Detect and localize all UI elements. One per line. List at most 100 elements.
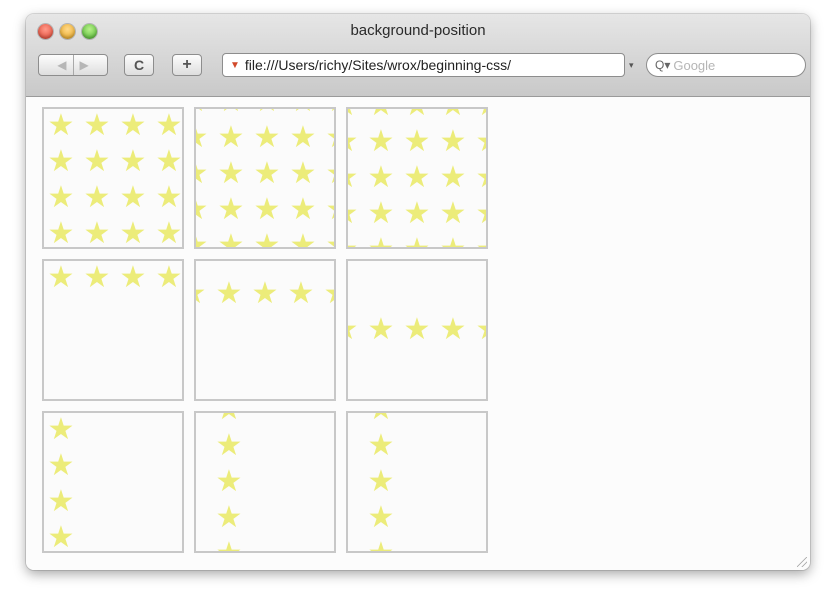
star-tile: ★ xyxy=(348,235,360,248)
star-tile: ★ xyxy=(196,195,210,225)
star-tile: ★ xyxy=(439,196,467,231)
star-tile: ★ xyxy=(348,127,360,157)
star-tile: ★ xyxy=(47,108,75,143)
star-tile: ★ xyxy=(322,279,334,309)
star-tile: ★ xyxy=(215,428,243,463)
star-tile: ★ xyxy=(119,144,147,179)
star-tile: ★ xyxy=(289,228,317,249)
star-tile: ★ xyxy=(155,216,183,249)
star-tile: ★ xyxy=(348,199,360,229)
search-placeholder: Google xyxy=(673,57,716,73)
star-tile: ★ xyxy=(252,109,282,117)
star-tile: ★ xyxy=(83,260,111,295)
star-tile: ★ xyxy=(367,428,395,463)
star-tile: ★ xyxy=(439,312,467,347)
box-6: ★★★★★ xyxy=(346,259,488,401)
star-tile: ★ xyxy=(402,109,432,121)
search-field[interactable]: Q▾ Google xyxy=(646,53,806,77)
star-tile: ★ xyxy=(438,109,468,121)
star-tile: ★ xyxy=(215,500,243,535)
star-tile: ★ xyxy=(366,413,396,425)
star-tile: ★ xyxy=(196,123,210,153)
star-tile: ★ xyxy=(366,109,396,121)
star-tile: ★ xyxy=(83,108,111,143)
add-bookmark-button[interactable]: + xyxy=(172,54,202,76)
search-icon[interactable]: Q▾ xyxy=(647,58,673,72)
star-tile: ★ xyxy=(47,484,75,519)
star-tile: ★ xyxy=(366,235,396,248)
box-3: ★★★★★★★★★★★★★★★★★★★★★★★★★ xyxy=(346,107,488,249)
star-tile: ★ xyxy=(47,448,75,483)
star-tile: ★ xyxy=(196,109,210,117)
star-tile: ★ xyxy=(119,260,147,295)
star-tile: ★ xyxy=(216,109,246,117)
reload-button[interactable]: C xyxy=(124,54,154,76)
star-tile: ★ xyxy=(367,124,395,159)
star-tile: ★ xyxy=(438,235,468,248)
star-tile: ★ xyxy=(253,192,281,227)
star-tile: ★ xyxy=(47,520,75,553)
star-tile: ★ xyxy=(324,231,334,248)
star-tile: ★ xyxy=(287,276,315,311)
star-tile: ★ xyxy=(474,315,486,345)
star-tile: ★ xyxy=(367,464,395,499)
address-bar[interactable]: ▼ file:///Users/richy/Sites/wrox/beginni… xyxy=(222,53,625,77)
star-tile: ★ xyxy=(196,159,210,189)
star-tile: ★ xyxy=(324,123,334,153)
star-tile: ★ xyxy=(289,156,317,191)
star-tile: ★ xyxy=(47,216,75,249)
star-tile: ★ xyxy=(474,199,486,229)
star-tile: ★ xyxy=(217,156,245,191)
window-resize-grip[interactable] xyxy=(797,557,807,567)
star-tile: ★ xyxy=(288,109,318,117)
star-tile: ★ xyxy=(324,195,334,225)
back-icon[interactable]: ◀ xyxy=(51,58,72,72)
star-tile: ★ xyxy=(403,160,431,195)
star-tile: ★ xyxy=(83,144,111,179)
star-tile: ★ xyxy=(403,312,431,347)
box-1: ★ ★ ★ ★ ★ ★ ★ ★ ★ ★ ★ ★ ★ ★ ★ ★ xyxy=(42,107,184,249)
star-tile: ★ xyxy=(217,192,245,227)
star-tile: ★ xyxy=(47,260,75,295)
star-tile: ★ xyxy=(367,196,395,231)
window-title: background-position xyxy=(350,22,486,39)
star-tile: ★ xyxy=(253,228,281,249)
box-2: ★★★★★★★★★★★★★★★★★★★★★★★★★ xyxy=(194,107,336,249)
title-bar: background-position ◀ ▶ C + ▼ file:///Us… xyxy=(26,14,810,97)
star-tile: ★ xyxy=(155,108,183,143)
star-tile: ★ xyxy=(402,235,432,248)
star-tile: ★ xyxy=(83,180,111,215)
chevron-down-icon[interactable]: ▾ xyxy=(629,60,634,71)
star-tile: ★ xyxy=(367,160,395,195)
star-tile: ★ xyxy=(253,156,281,191)
star-tile: ★ xyxy=(324,159,334,189)
star-tile: ★ xyxy=(348,109,360,121)
box-9: ★★★★★ xyxy=(346,411,488,553)
star-tile: ★ xyxy=(196,279,208,309)
navigation-buttons: ◀ ▶ xyxy=(38,54,108,76)
star-tile: ★ xyxy=(474,163,486,193)
star-tile: ★ xyxy=(119,108,147,143)
box-8: ★★★★★ xyxy=(194,411,336,553)
star-tile: ★ xyxy=(217,228,245,249)
forward-icon[interactable]: ▶ xyxy=(74,58,95,72)
star-tile: ★ xyxy=(214,413,244,425)
star-tile: ★ xyxy=(367,312,395,347)
star-tile: ★ xyxy=(439,160,467,195)
star-tile: ★ xyxy=(47,144,75,179)
star-tile: ★ xyxy=(214,539,244,552)
star-tile: ★ xyxy=(155,180,183,215)
star-tile: ★ xyxy=(324,109,334,117)
browser-window: background-position ◀ ▶ C + ▼ file:///Us… xyxy=(26,14,810,570)
address-url: file:///Users/richy/Sites/wrox/beginning… xyxy=(244,57,511,73)
star-tile: ★ xyxy=(366,539,396,552)
star-tile: ★ xyxy=(348,315,360,345)
box-7: ★ ★ ★ ★ xyxy=(42,411,184,553)
star-tile: ★ xyxy=(196,231,210,248)
star-tile: ★ xyxy=(474,109,486,121)
star-tile: ★ xyxy=(251,276,279,311)
box-5: ★★★★★ xyxy=(194,259,336,401)
file-icon: ▼ xyxy=(230,59,240,71)
star-tile: ★ xyxy=(474,127,486,157)
star-tile: ★ xyxy=(289,192,317,227)
